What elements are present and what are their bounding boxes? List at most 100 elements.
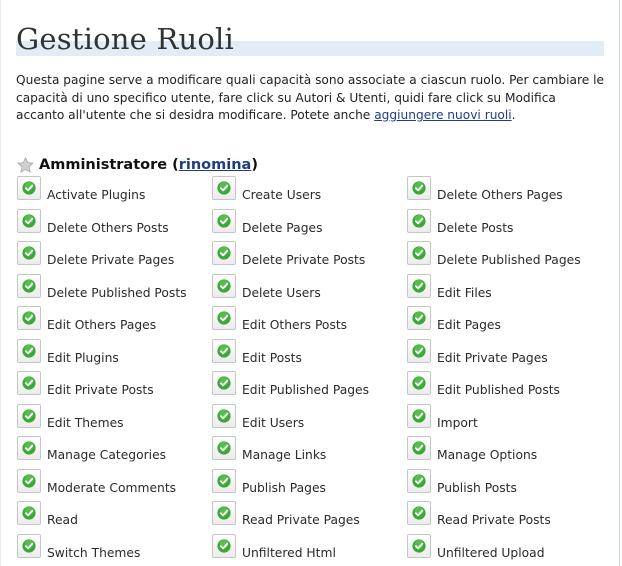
capability-checkbox[interactable] <box>407 468 431 493</box>
green-check-icon <box>22 278 36 293</box>
capability-item[interactable]: Manage Links <box>212 436 407 469</box>
rename-role-link[interactable]: rinomina <box>179 157 252 173</box>
capability-checkbox[interactable] <box>17 501 41 525</box>
capability-item[interactable]: Delete Published Pages <box>407 241 602 274</box>
capability-item[interactable]: Edit Others Pages <box>17 306 212 339</box>
capability-item[interactable]: Edit Users <box>212 403 407 437</box>
capability-checkbox[interactable] <box>17 306 41 330</box>
capability-item[interactable]: Delete Posts <box>407 208 602 242</box>
capability-item[interactable]: Edit Published Pages <box>212 371 407 404</box>
capability-checkbox[interactable] <box>212 501 236 525</box>
capability-item[interactable]: Delete Private Pages <box>17 241 212 274</box>
capability-item[interactable]: Edit Files <box>407 273 602 307</box>
capability-label: Edit Posts <box>242 350 302 365</box>
capability-label: Delete Posts <box>437 220 514 235</box>
role-name: Amministratore <box>39 157 168 173</box>
capability-checkbox[interactable] <box>212 468 236 493</box>
capability-checkbox[interactable] <box>407 306 431 330</box>
capability-item[interactable]: Edit Private Posts <box>17 371 212 404</box>
capability-item[interactable]: Delete Others Posts <box>17 208 212 242</box>
green-check-icon <box>217 213 231 228</box>
capability-checkbox[interactable] <box>17 371 41 395</box>
capability-item[interactable]: Publish Pages <box>212 468 407 502</box>
capability-checkbox[interactable] <box>17 533 41 558</box>
capability-item[interactable]: Edit Plugins <box>17 338 212 372</box>
green-check-icon <box>217 181 231 195</box>
capability-checkbox[interactable] <box>17 273 41 298</box>
capability-checkbox[interactable] <box>212 371 236 395</box>
capability-item[interactable]: Delete Others Pages <box>407 176 602 209</box>
intro-paragraph: Questa pagine serve a modificare quali c… <box>16 72 606 125</box>
capability-checkbox[interactable] <box>407 533 431 558</box>
capability-item[interactable]: Read Private Pages <box>212 501 407 534</box>
capability-checkbox[interactable] <box>212 436 236 460</box>
green-check-icon <box>22 311 36 325</box>
capability-checkbox[interactable] <box>407 371 431 395</box>
capability-item[interactable]: Manage Options <box>407 436 602 469</box>
capability-item[interactable]: Manage Categories <box>17 436 212 469</box>
capability-label: Moderate Comments <box>47 480 177 495</box>
green-check-icon <box>412 246 426 260</box>
green-check-icon <box>217 506 231 520</box>
capability-checkbox[interactable] <box>407 176 431 200</box>
capability-checkbox[interactable] <box>407 208 431 233</box>
capability-label: Delete Users <box>242 285 321 300</box>
capability-item[interactable]: Import <box>407 403 602 437</box>
green-check-icon <box>217 246 231 260</box>
capability-checkbox[interactable] <box>212 241 236 265</box>
capability-checkbox[interactable] <box>407 273 431 298</box>
capability-checkbox[interactable] <box>212 403 236 428</box>
green-check-icon <box>217 441 231 455</box>
capability-checkbox[interactable] <box>407 501 431 525</box>
capability-item[interactable]: Read Private Posts <box>407 501 602 534</box>
capability-checkbox[interactable] <box>17 436 41 460</box>
capability-checkbox[interactable] <box>407 241 431 265</box>
capability-checkbox[interactable] <box>17 176 41 200</box>
capability-item[interactable]: Read <box>17 501 212 534</box>
capability-checkbox[interactable] <box>212 176 236 200</box>
star-icon[interactable] <box>17 156 34 173</box>
capability-item[interactable]: Edit Themes <box>17 403 212 437</box>
intro-text: Questa pagine serve a modificare quali c… <box>16 73 605 123</box>
green-check-icon <box>412 506 426 520</box>
capability-item[interactable]: Moderate Comments <box>17 468 212 502</box>
capability-item[interactable]: Edit Posts <box>212 338 407 372</box>
capability-item[interactable]: Edit Others Posts <box>212 306 407 339</box>
capability-item[interactable]: Edit Pages <box>407 306 602 339</box>
green-check-icon <box>217 311 231 325</box>
capability-item[interactable]: Unfiltered Html <box>212 533 407 566</box>
green-check-icon <box>22 538 36 553</box>
capability-item[interactable]: Publish Posts <box>407 468 602 502</box>
capability-label: Delete Published Pages <box>437 253 581 267</box>
capability-item[interactable]: Edit Private Pages <box>407 338 602 372</box>
capability-checkbox[interactable] <box>212 533 236 558</box>
capability-item[interactable]: Delete Pages <box>212 208 407 242</box>
capability-label: Delete Private Pages <box>47 253 175 267</box>
capability-label: Read Private Posts <box>437 513 551 527</box>
capability-checkbox[interactable] <box>407 338 431 363</box>
capability-checkbox[interactable] <box>17 241 41 265</box>
capability-checkbox[interactable] <box>212 208 236 233</box>
capability-checkbox[interactable] <box>17 468 41 493</box>
capability-label: Edit Themes <box>47 415 124 430</box>
capability-item[interactable]: Create Users <box>212 176 407 209</box>
capability-item[interactable]: Delete Published Posts <box>17 273 212 307</box>
capability-checkbox[interactable] <box>212 273 236 298</box>
capability-item[interactable]: Delete Users <box>212 273 407 307</box>
capability-checkbox[interactable] <box>17 208 41 233</box>
capability-checkbox[interactable] <box>407 403 431 428</box>
capability-label: Edit Private Posts <box>47 383 154 397</box>
capability-checkbox[interactable] <box>17 338 41 363</box>
capability-item[interactable]: Delete Private Posts <box>212 241 407 274</box>
green-check-icon <box>412 408 426 423</box>
capability-checkbox[interactable] <box>212 338 236 363</box>
capability-item[interactable]: Activate Plugins <box>17 176 212 209</box>
capability-checkbox[interactable] <box>17 403 41 428</box>
capability-label: Manage Categories <box>47 448 167 462</box>
capability-checkbox[interactable] <box>407 436 431 460</box>
capability-item[interactable]: Edit Published Posts <box>407 371 602 404</box>
add-new-roles-link[interactable]: aggiungere nuovi ruoli <box>374 108 511 122</box>
capability-item[interactable]: Switch Themes <box>17 533 212 566</box>
capability-item[interactable]: Unfiltered Upload <box>407 533 602 566</box>
capability-checkbox[interactable] <box>212 306 236 330</box>
